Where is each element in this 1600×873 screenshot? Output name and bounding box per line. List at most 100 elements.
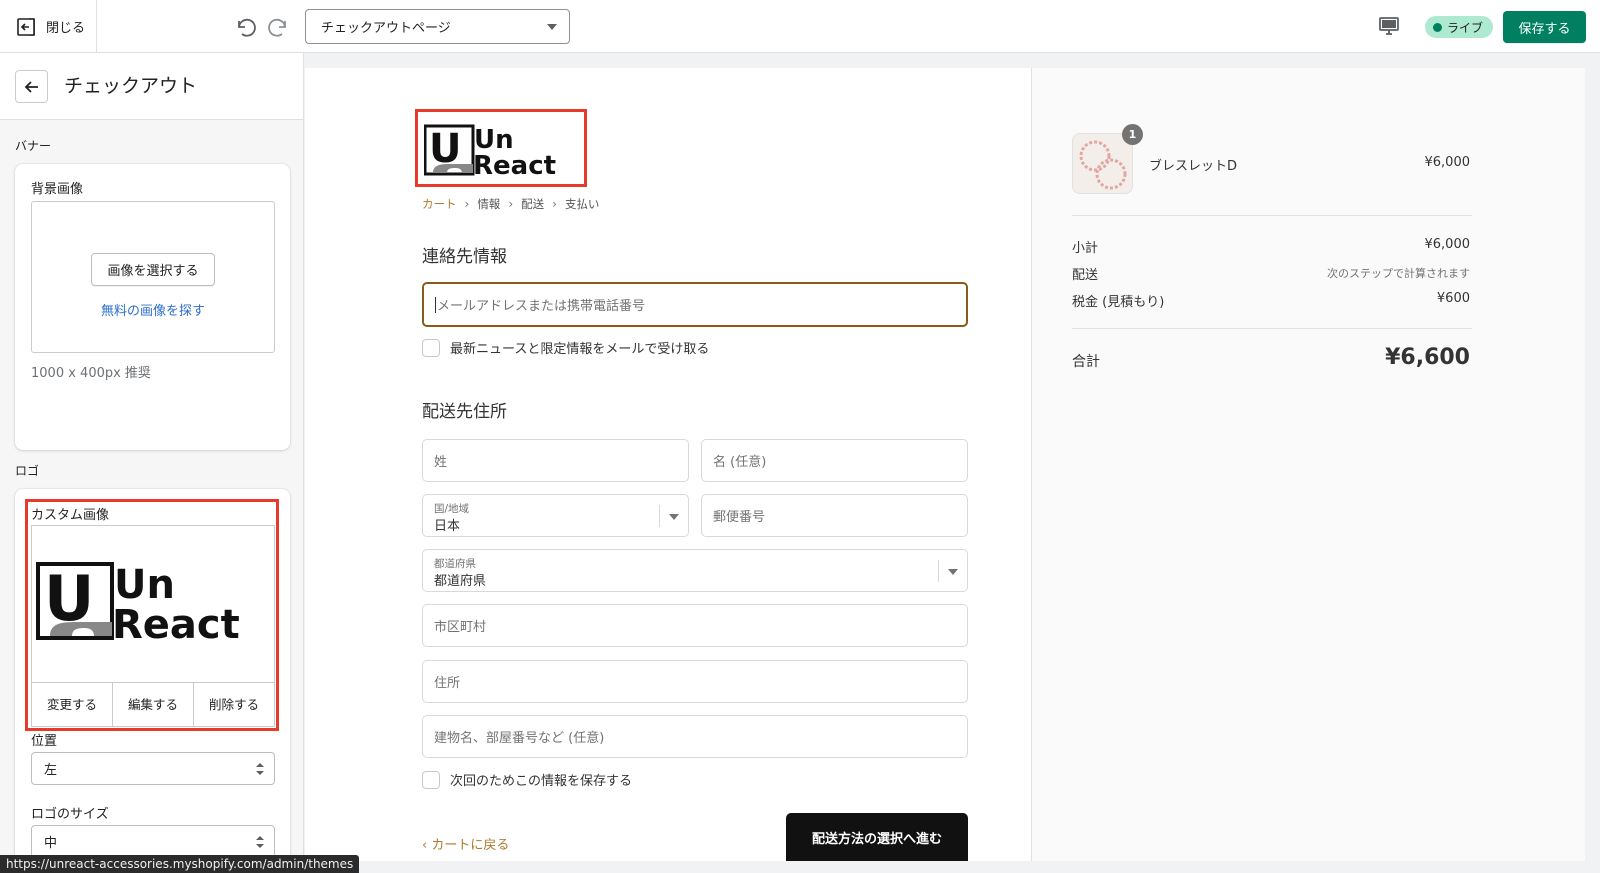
- total-value: ¥6,600: [1385, 345, 1470, 370]
- subtotal-label: 小計: [1072, 241, 1099, 256]
- country-select[interactable]: 国/地域 日本: [422, 494, 689, 537]
- bracelet-image-icon: [1079, 140, 1127, 190]
- back-button[interactable]: [15, 70, 48, 103]
- top-bar: 閉じる チェックアウトページ ライブ 保存する: [0, 0, 1600, 53]
- desktop-preview-icon[interactable]: [1378, 16, 1400, 36]
- chevron-right-icon: ›: [508, 197, 514, 211]
- building-input[interactable]: 建物名、部屋番号など (任意): [422, 715, 968, 758]
- arrow-left-icon: [24, 80, 38, 93]
- logo-image-frame: U Un React 変更する 編集する 削除する: [31, 525, 275, 727]
- tax-value: ¥600: [1436, 291, 1470, 306]
- chevron-left-icon: ‹: [422, 838, 432, 853]
- sidebar-header: チェックアウト: [0, 53, 303, 120]
- close-label: 閉じる: [46, 21, 86, 36]
- email-input[interactable]: メールアドレスまたは携帯電話番号: [422, 282, 968, 327]
- chevron-down-icon: [669, 514, 679, 520]
- position-label: 位置: [31, 734, 58, 749]
- prefecture-select[interactable]: 都道府県 都道府県: [422, 549, 968, 592]
- save-info-checkbox[interactable]: [422, 770, 440, 789]
- redo-icon[interactable]: [266, 14, 292, 40]
- page-select-value: チェックアウトページ: [321, 21, 451, 36]
- postal-placeholder: 郵便番号: [713, 510, 766, 525]
- city-placeholder: 市区町村: [434, 620, 487, 635]
- checkout-logo-highlight: U Un React: [415, 109, 587, 187]
- return-to-cart-link[interactable]: ‹ カートに戻る: [422, 834, 509, 853]
- recommended-size-text: 1000 x 400px 推奨: [31, 366, 151, 381]
- edit-logo-button[interactable]: 編集する: [113, 683, 194, 726]
- newsletter-checkbox-row[interactable]: 最新ニュースと限定情報をメールで受け取る: [422, 338, 709, 357]
- shipping-label: 配送: [1072, 268, 1099, 283]
- select-divider: [659, 505, 660, 527]
- unreact-logo: U Un React: [424, 124, 556, 178]
- save-info-checkbox-row[interactable]: 次回のためこの情報を保存する: [422, 770, 632, 789]
- undo-icon[interactable]: [232, 14, 258, 40]
- custom-image-label: カスタム画像: [31, 508, 110, 523]
- continue-to-shipping-button[interactable]: 配送方法の選択へ進む: [786, 813, 968, 861]
- status-dot-icon: [1433, 22, 1442, 32]
- select-image-button[interactable]: 画像を選択する: [91, 253, 215, 286]
- background-image-dropzone[interactable]: 画像を選択する 無料の画像を探す: [31, 201, 275, 353]
- address-placeholder: 住所: [434, 676, 461, 691]
- quantity-badge: 1: [1122, 124, 1143, 145]
- status-bar-url: https://unreact-accessories.myshopify.co…: [0, 855, 360, 873]
- select-arrows-icon: [256, 763, 264, 775]
- building-placeholder: 建物名、部屋番号など (任意): [434, 731, 605, 746]
- preview-bottom-gap: [304, 861, 1600, 873]
- shipping-heading: 配送先住所: [422, 402, 507, 422]
- chevron-down-icon: [547, 24, 557, 30]
- close-button[interactable]: 閉じる: [0, 0, 97, 53]
- contact-heading: 連絡先情報: [422, 247, 507, 267]
- country-label: 国/地域: [434, 503, 470, 515]
- change-logo-button[interactable]: 変更する: [32, 683, 113, 726]
- country-value: 日本: [434, 519, 461, 534]
- live-status-badge: ライブ: [1425, 16, 1494, 38]
- chevron-right-icon: ›: [552, 197, 557, 211]
- prefecture-value: 都道府県: [434, 574, 487, 589]
- newsletter-checkbox[interactable]: [422, 338, 440, 357]
- breadcrumb-payment: 支払い: [564, 197, 600, 211]
- last-name-placeholder: 姓: [434, 455, 448, 470]
- subtotal-value: ¥6,000: [1424, 237, 1471, 252]
- logo-size-value: 中: [44, 836, 58, 851]
- address-input[interactable]: 住所: [422, 660, 968, 703]
- save-button[interactable]: 保存する: [1503, 11, 1586, 43]
- summary-divider: [1072, 215, 1472, 216]
- banner-card: 背景画像 画像を選択する 無料の画像を探す 1000 x 400px 推奨: [15, 164, 290, 450]
- free-image-link[interactable]: 無料の画像を探す: [32, 300, 274, 319]
- position-select[interactable]: 左: [31, 752, 275, 785]
- position-value: 左: [44, 763, 58, 778]
- prefecture-label: 都道府県: [434, 558, 476, 570]
- select-divider: [938, 560, 939, 582]
- breadcrumb-cart[interactable]: カート: [422, 196, 457, 212]
- newsletter-label: 最新ニュースと限定情報をメールで受け取る: [450, 342, 710, 357]
- save-info-label: 次回のためこの情報を保存する: [450, 774, 633, 789]
- logo-size-select[interactable]: 中: [31, 825, 275, 858]
- first-name-placeholder: 名 (任意): [713, 455, 767, 470]
- logo-actions: 変更する 編集する 削除する: [32, 682, 274, 726]
- logo-size-label: ロゴのサイズ: [31, 807, 109, 822]
- breadcrumb-shipping: 配送: [521, 197, 545, 211]
- live-label: ライブ: [1447, 20, 1484, 35]
- last-name-input[interactable]: 姓: [422, 439, 689, 482]
- svg-text:React: React: [473, 151, 556, 178]
- svg-text:React: React: [112, 602, 240, 644]
- chevron-right-icon: ›: [464, 197, 470, 211]
- checkout-breadcrumb: カート › 情報 › 配送 › 支払い: [422, 196, 599, 212]
- banner-section-label: バナー: [15, 139, 52, 153]
- first-name-input[interactable]: 名 (任意): [701, 439, 968, 482]
- total-label: 合計: [1072, 354, 1100, 370]
- postal-code-input[interactable]: 郵便番号: [701, 494, 968, 537]
- tax-label: 税金 (見積もり): [1072, 295, 1165, 310]
- product-price: ¥6,000: [1424, 155, 1471, 170]
- select-arrows-icon: [256, 836, 264, 848]
- delete-logo-button[interactable]: 削除する: [194, 683, 274, 726]
- product-thumbnail: [1072, 133, 1133, 194]
- return-link-label: カートに戻る: [431, 838, 510, 853]
- text-cursor: [435, 296, 436, 313]
- chevron-down-icon: [948, 569, 958, 575]
- product-name: ブレスレットD: [1149, 159, 1238, 174]
- logo-card: カスタム画像 U Un React 変更する 編集する 削除する 位置 左 ロゴ…: [15, 489, 290, 873]
- page-select[interactable]: チェックアウトページ: [305, 9, 570, 44]
- city-input[interactable]: 市区町村: [422, 604, 968, 647]
- exit-icon: [17, 17, 35, 36]
